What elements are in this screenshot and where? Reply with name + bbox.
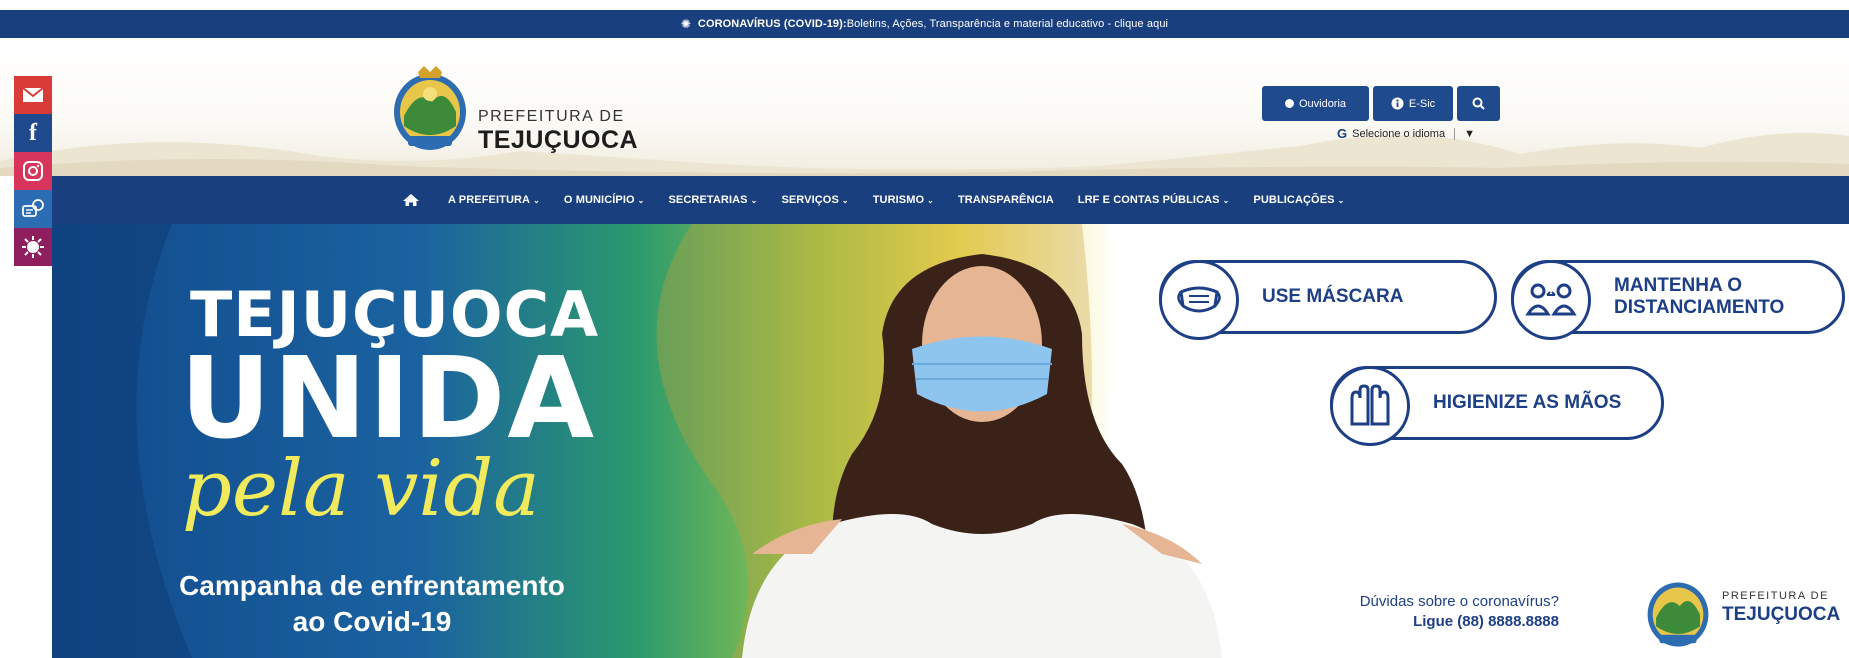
esic-label: E-Sic — [1408, 97, 1436, 110]
ouvidoria-button[interactable]: Ouvidoria — [1262, 86, 1369, 121]
email-link[interactable] — [14, 76, 52, 114]
language-separator — [1454, 127, 1456, 140]
facebook-icon: f — [29, 119, 37, 146]
chat-bubbles-icon — [22, 199, 44, 217]
instagram-link[interactable] — [14, 152, 52, 190]
nav-item-servicos[interactable]: SERVIÇOS ⌄ — [781, 194, 848, 206]
alert-title: CORONAVÍRUS (COVID-19): — [697, 18, 847, 30]
mask-icon — [1159, 260, 1239, 340]
covid-link[interactable] — [14, 228, 52, 266]
chevron-down-icon: ⌄ — [1337, 196, 1345, 205]
banner-subtitle-line2: ao Covid-19 — [292, 606, 452, 637]
wash-hands-pill: HIGIENIZE AS MÃOS — [1330, 366, 1664, 446]
covid-campaign-banner[interactable]: TEJUÇUOCA UNIDA pela vida Campanha de en… — [52, 224, 1849, 658]
language-label: Selecione o idioma — [1352, 127, 1446, 140]
logo-prefix: PREFEITURA DE — [478, 108, 625, 125]
chevron-down-icon: ⌄ — [637, 196, 645, 205]
nav-item-publicacoes[interactable]: PUBLICAÇÕES ⌄ — [1253, 194, 1344, 206]
nav-item-turismo[interactable]: TURISMO ⌄ — [873, 194, 934, 206]
use-mask-text: USE MÁSCARA — [1262, 286, 1404, 307]
hotline-question: Dúvidas sobre o coronavírus? — [1359, 593, 1559, 610]
social-sidebar: f — [14, 76, 52, 266]
chevron-down-icon: ⌄ — [927, 196, 934, 205]
logo-name: TEJUÇUOCA — [478, 126, 639, 154]
hotline-info: Dúvidas sobre o coronavírus? Ligue (88) … — [1307, 592, 1559, 632]
virus-icon — [22, 236, 44, 258]
nav-item-secretarias[interactable]: SECRETARIAS ⌄ — [668, 194, 757, 206]
ouvidoria-icon — [1284, 99, 1294, 108]
search-button[interactable] — [1457, 86, 1500, 121]
chevron-down-icon: ⌄ — [533, 196, 540, 205]
esic-button[interactable]: E-Sic — [1373, 86, 1453, 121]
instagram-icon — [23, 161, 43, 181]
main-nav: A PREFEITURA ⌄ O MUNICÍPIO ⌄ SECRETARIAS ⌄ … — [52, 176, 1849, 224]
chevron-down-icon: ⌄ — [1222, 196, 1230, 205]
ouvidoria-label: Ouvidoria — [1298, 97, 1347, 110]
language-selector[interactable]: G Selecione o idioma ▼ — [1337, 126, 1475, 141]
banner-logo: PREFEITURA DE TEJUÇUOCA — [1642, 574, 1849, 654]
covid-alert-bar[interactable]: ✺ CORONAVÍRUS (COVID-19): Boletins, Açõe… — [0, 10, 1849, 38]
distance-icon — [1511, 260, 1591, 340]
nav-item-municipio[interactable]: O MUNICÍPIO ⌄ — [564, 194, 645, 206]
info-icon — [1391, 97, 1404, 110]
wash-hands-text: HIGIENIZE AS MÃOS — [1433, 392, 1622, 413]
hotline-phone: Ligue (88) 8888.8888 — [1413, 613, 1559, 630]
banner-logo-prefix: PREFEITURA DE — [1722, 590, 1829, 602]
chevron-down-icon: ⌄ — [841, 196, 849, 205]
banner-subtitle: Campanha de enfrentamento ao Covid-19 — [132, 568, 612, 640]
banner-subtitle-line1: Campanha de enfrentamento — [179, 570, 565, 601]
banner-title-line3: pela vida — [182, 444, 540, 534]
coat-of-arms-icon — [394, 66, 466, 150]
alert-text: Boletins, Ações, Transparência e materia… — [846, 18, 1169, 30]
nav-item-prefeitura[interactable]: A PREFEITURA ⌄ — [448, 194, 540, 206]
header-actions: Ouvidoria E-Sic — [1262, 86, 1500, 121]
hands-icon — [1330, 366, 1410, 446]
search-icon — [1472, 97, 1485, 110]
coat-of-arms-icon — [1647, 582, 1709, 647]
chat-link[interactable] — [14, 190, 52, 228]
home-icon[interactable] — [402, 193, 420, 207]
keep-distance-pill: MANTENHA O DISTANCIAMENTO — [1511, 260, 1845, 340]
site-header: PREFEITURA DE TEJUÇUOCA Ouvidoria E-Sic … — [0, 38, 1849, 176]
hills-background — [0, 132, 1849, 176]
sun-icon: ✺ — [680, 17, 692, 31]
banner-logo-name: TEJUÇUOCA — [1722, 604, 1841, 625]
chevron-down-icon: ▼ — [1464, 127, 1475, 140]
use-mask-pill: USE MÁSCARA — [1159, 260, 1497, 340]
nav-item-lrf[interactable]: LRF E CONTAS PÚBLICAS ⌄ — [1078, 194, 1230, 206]
facebook-link[interactable]: f — [14, 114, 52, 152]
keep-distance-text: MANTENHA O DISTANCIAMENTO — [1614, 275, 1785, 318]
site-logo[interactable]: PREFEITURA DE TEJUÇUOCA — [390, 64, 690, 154]
google-translate-icon: G — [1337, 126, 1348, 141]
envelope-icon — [22, 87, 44, 102]
chevron-down-icon: ⌄ — [750, 196, 758, 205]
nav-item-transparencia[interactable]: TRANSPARÊNCIA — [958, 194, 1054, 206]
